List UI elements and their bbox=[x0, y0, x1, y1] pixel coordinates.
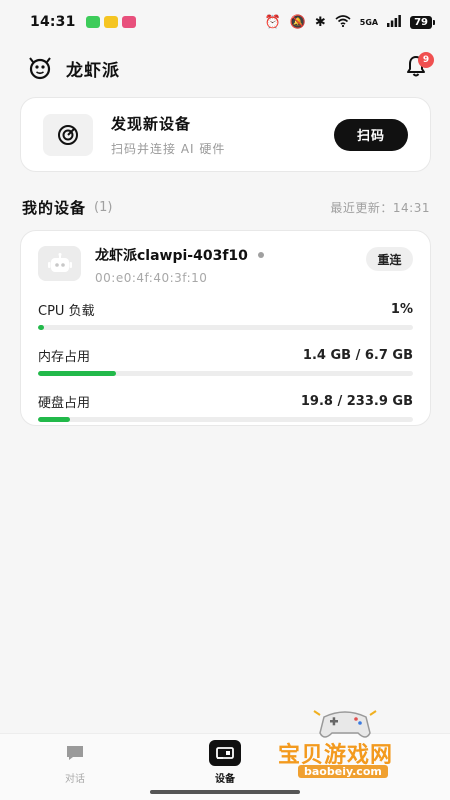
metric-value: 1.4 GB / 6.7 GB bbox=[302, 347, 413, 363]
watermark-url: baobeiy.com bbox=[298, 765, 388, 778]
nav-label: 设备 bbox=[215, 774, 235, 785]
signal-icon bbox=[387, 14, 401, 30]
mute-icon: 🔕 bbox=[289, 14, 306, 30]
progress-fill bbox=[38, 325, 44, 330]
watermark: 宝贝游戏网 baobeiy.com bbox=[272, 703, 422, 783]
notifications-button[interactable]: 9 bbox=[402, 52, 434, 82]
device-mac: 00:e0:4f:40:3f:10 bbox=[95, 271, 208, 285]
device-icon bbox=[209, 740, 241, 766]
status-bar: 14:31 ⏰ 🔕 ✱ 5GA 79 bbox=[0, 0, 450, 44]
app-header: 龙虾派 9 bbox=[0, 48, 450, 88]
discover-title: 发现新设备 bbox=[111, 114, 192, 133]
metric-label: 硬盘占用 bbox=[38, 395, 91, 411]
metric-label: CPU 负载 bbox=[38, 303, 95, 319]
device-name: 龙虾派clawpi-403f10 bbox=[95, 248, 248, 264]
wifi-icon bbox=[335, 14, 351, 30]
section-title: 我的设备 bbox=[22, 198, 87, 217]
progress-fill bbox=[38, 371, 117, 376]
status-dot bbox=[257, 252, 264, 258]
app-title: 龙虾派 bbox=[66, 60, 120, 81]
message-app-icon bbox=[85, 16, 100, 28]
nav-chat[interactable]: 对话 bbox=[45, 740, 105, 785]
nav-label: 对话 bbox=[65, 774, 85, 785]
memory-metric: 内存占用 1.4 GB / 6.7 GB bbox=[38, 345, 413, 387]
lobster-logo-icon bbox=[28, 56, 52, 80]
progress-bar bbox=[38, 417, 413, 422]
progress-bar bbox=[38, 371, 413, 376]
device-card[interactable]: 龙虾派clawpi-403f10 00:e0:4f:40:3f:10 重连 CP… bbox=[20, 230, 431, 426]
discover-device-card[interactable]: 发现新设备 扫码并连接 AI 硬件 扫码 bbox=[20, 97, 431, 172]
robot-icon bbox=[38, 246, 81, 281]
signal-label: 5GA bbox=[359, 17, 379, 27]
progress-bar bbox=[38, 325, 413, 330]
progress-fill bbox=[38, 417, 70, 422]
disk-metric: 硬盘占用 19.8 / 233.9 GB bbox=[38, 391, 413, 433]
battery-icon: 79 bbox=[410, 15, 435, 29]
metric-label: 内存占用 bbox=[38, 349, 91, 365]
chat-icon bbox=[59, 740, 91, 766]
my-devices-header: 我的设备 (1) 最近更新：14:31 bbox=[22, 196, 430, 218]
cpu-metric: CPU 负载 1% bbox=[38, 299, 413, 341]
nav-device[interactable]: 设备 bbox=[195, 740, 255, 785]
status-app-icons bbox=[85, 16, 136, 28]
reconnect-button[interactable]: 重连 bbox=[366, 247, 413, 271]
metric-value: 19.8 / 233.9 GB bbox=[300, 393, 413, 409]
last-update: 最近更新：14:31 bbox=[330, 200, 430, 215]
wallet-app-icon bbox=[103, 16, 118, 28]
status-time: 14:31 bbox=[30, 14, 76, 30]
home-indicator[interactable] bbox=[150, 790, 300, 794]
scan-target-icon bbox=[43, 113, 93, 156]
metric-value: 1% bbox=[390, 301, 413, 317]
alarm-icon: ⏰ bbox=[264, 14, 281, 30]
pink-app-icon bbox=[121, 16, 136, 28]
status-indicators: ⏰ 🔕 ✱ 5GA 79 bbox=[264, 14, 435, 30]
scan-button[interactable]: 扫码 bbox=[334, 118, 408, 151]
notification-badge: 9 bbox=[418, 52, 434, 68]
device-count: (1) bbox=[94, 199, 113, 215]
bluetooth-icon: ✱ bbox=[314, 14, 326, 30]
discover-subtitle: 扫码并连接 AI 硬件 bbox=[111, 141, 226, 156]
